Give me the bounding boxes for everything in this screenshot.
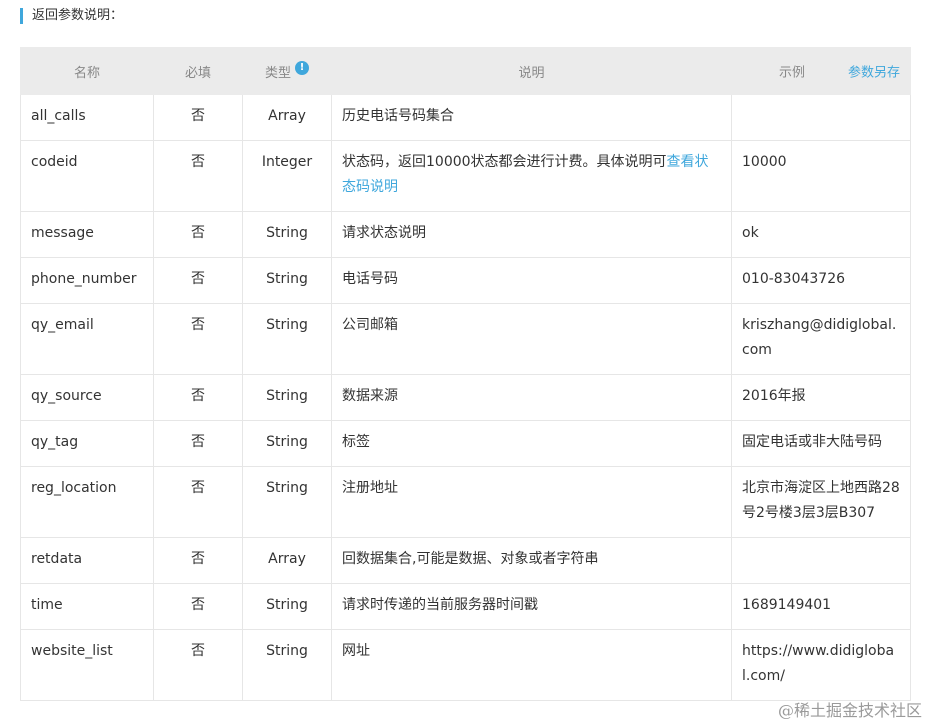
param-description: 历史电话号码集合 <box>331 94 732 141</box>
param-description-text: 网址 <box>342 643 370 659</box>
param-required: 否 <box>153 537 243 584</box>
param-description: 状态码，返回10000状态都会进行计费。具体说明可查看状态码说明 <box>331 140 732 212</box>
table-row: phone_number 否 String 电话号码 010-83043726 <box>20 257 911 304</box>
param-name: phone_number <box>20 257 154 304</box>
param-example: 2016年报 <box>731 374 911 421</box>
param-required: 否 <box>153 94 243 141</box>
param-type: String <box>242 374 332 421</box>
param-description-text: 状态码，返回10000状态都会进行计费。具体说明可 <box>342 154 667 170</box>
param-type: String <box>242 583 332 630</box>
param-type: String <box>242 303 332 375</box>
info-icon[interactable]: ! <box>295 61 309 75</box>
table-row: retdata 否 Array 回数据集合,可能是数据、对象或者字符串 <box>20 537 911 584</box>
param-example <box>731 537 911 584</box>
param-example: 固定电话或非大陆号码 <box>731 420 911 467</box>
header-required: 必填 <box>153 47 243 95</box>
param-example: kriszhang@didiglobal.com <box>731 303 911 375</box>
param-type: String <box>242 420 332 467</box>
param-description-text: 公司邮箱 <box>342 317 398 333</box>
table-row: all_calls 否 Array 历史电话号码集合 <box>20 94 911 141</box>
param-example <box>731 94 911 141</box>
table-row: qy_tag 否 String 标签 固定电话或非大陆号码 <box>20 420 911 467</box>
param-name: website_list <box>20 629 154 701</box>
param-required: 否 <box>153 211 243 258</box>
param-type: String <box>242 466 332 538</box>
table-row: qy_email 否 String 公司邮箱 kriszhang@didiglobal.… <box>20 303 911 375</box>
table-row: codeid 否 Integer 状态码，返回10000状态都会进行计费。具体说明可查… <box>20 140 911 212</box>
param-example: 1689149401 <box>731 583 911 630</box>
param-required: 否 <box>153 629 243 701</box>
param-description-text: 标签 <box>342 434 370 450</box>
watermark: @稀土掘金技术社区 <box>777 701 922 720</box>
param-required: 否 <box>153 374 243 421</box>
table-header-row: 名称 必填 类型 ! 说明 示例 参数另存 <box>20 47 911 95</box>
param-name: qy_tag <box>20 420 154 467</box>
param-name: message <box>20 211 154 258</box>
table-row: reg_location 否 String 注册地址 北京市海淀区上地西路28号2号楼3… <box>20 466 911 538</box>
return-params-table: 名称 必填 类型 ! 说明 示例 参数另存 all_calls 否 Array 历史电… <box>20 47 911 701</box>
param-description-text: 请求时传递的当前服务器时间戳 <box>342 597 538 613</box>
param-description-text: 数据来源 <box>342 388 398 404</box>
param-description-text: 历史电话号码集合 <box>342 108 454 124</box>
param-name: retdata <box>20 537 154 584</box>
param-type: String <box>242 257 332 304</box>
param-name: qy_source <box>20 374 154 421</box>
param-required: 否 <box>153 466 243 538</box>
param-type: Array <box>242 94 332 141</box>
param-example: ok <box>731 211 911 258</box>
param-description-text: 请求状态说明 <box>342 225 426 241</box>
param-type: Array <box>242 537 332 584</box>
param-description: 标签 <box>331 420 732 467</box>
header-example-label: 示例 <box>779 65 806 81</box>
section-title: 返回参数说明： <box>20 8 123 24</box>
param-description: 请求状态说明 <box>331 211 732 258</box>
param-name: all_calls <box>20 94 154 141</box>
param-description-text: 注册地址 <box>342 480 398 496</box>
header-type-label: 类型 <box>264 65 291 81</box>
param-type: String <box>242 211 332 258</box>
param-description: 电话号码 <box>331 257 732 304</box>
table-row: message 否 String 请求状态说明 ok <box>20 211 911 258</box>
save-params-link[interactable]: 参数另存 <box>848 62 900 81</box>
param-description-text: 回数据集合,可能是数据、对象或者字符串 <box>342 551 599 567</box>
param-type: String <box>242 629 332 701</box>
param-name: qy_email <box>20 303 154 375</box>
param-description: 注册地址 <box>331 466 732 538</box>
param-required: 否 <box>153 140 243 212</box>
param-example: 010-83043726 <box>731 257 911 304</box>
param-description: 回数据集合,可能是数据、对象或者字符串 <box>331 537 732 584</box>
header-type: 类型 ! <box>242 47 332 95</box>
table-row: website_list 否 String 网址 https://www.didiglo… <box>20 629 911 701</box>
table-row: time 否 String 请求时传递的当前服务器时间戳 1689149401 <box>20 583 911 630</box>
param-required: 否 <box>153 257 243 304</box>
param-name: reg_location <box>20 466 154 538</box>
param-description: 网址 <box>331 629 732 701</box>
param-type: Integer <box>242 140 332 212</box>
param-description-text: 电话号码 <box>342 271 398 287</box>
header-example: 示例 参数另存 <box>731 47 911 95</box>
param-name: codeid <box>20 140 154 212</box>
param-description: 数据来源 <box>331 374 732 421</box>
param-example: 北京市海淀区上地西路28号2号楼3层3层B307 <box>731 466 911 538</box>
param-required: 否 <box>153 583 243 630</box>
param-example: 10000 <box>731 140 911 212</box>
table-row: qy_source 否 String 数据来源 2016年报 <box>20 374 911 421</box>
param-name: time <box>20 583 154 630</box>
header-description: 说明 <box>331 47 732 95</box>
param-description: 公司邮箱 <box>331 303 732 375</box>
param-description: 请求时传递的当前服务器时间戳 <box>331 583 732 630</box>
header-name: 名称 <box>20 47 154 95</box>
param-example: https://www.didiglobal.com/ <box>731 629 911 701</box>
param-required: 否 <box>153 420 243 467</box>
param-required: 否 <box>153 303 243 375</box>
